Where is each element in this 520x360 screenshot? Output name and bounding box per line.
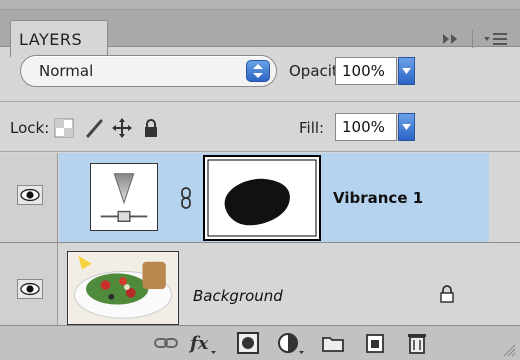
row-scroll-gutter	[489, 153, 520, 242]
new-layer-icon[interactable]	[362, 331, 388, 355]
visibility-cell[interactable]	[0, 243, 58, 325]
fill-label: Fill:	[299, 119, 325, 137]
layers-list: Vibrance 1 Background	[0, 153, 520, 325]
trash-icon[interactable]	[404, 331, 430, 355]
tab-layers-label: LAYERS	[19, 30, 83, 49]
background-image-thumbnail	[67, 251, 179, 325]
blend-mode-select[interactable]: Normal	[20, 55, 277, 87]
lock-move-icon[interactable]	[112, 118, 132, 138]
adjustment-icon[interactable]	[276, 331, 306, 355]
vibrance-adjustment-icon	[90, 163, 158, 231]
panel-top-band	[0, 0, 520, 10]
fx-icon[interactable]: fx	[188, 331, 218, 355]
mask-icon[interactable]	[235, 331, 261, 355]
fill-dropdown-button[interactable]	[398, 113, 415, 141]
folder-icon[interactable]	[320, 331, 346, 355]
layer-lock-icon	[440, 285, 454, 303]
blend-mode-value: Normal	[39, 62, 94, 80]
layer-row-background[interactable]: Background	[0, 243, 520, 325]
visibility-cell[interactable]	[0, 153, 58, 242]
divider	[0, 151, 520, 152]
layers-panel: LAYERS Normal Opacity: 100% Lock: Fill: …	[0, 0, 520, 360]
opacity-field[interactable]: 100%	[335, 57, 397, 85]
tab-divider	[472, 30, 473, 48]
tab-layers[interactable]: LAYERS	[10, 20, 108, 57]
resize-grip-icon[interactable]	[500, 341, 516, 357]
layer-name[interactable]: Vibrance 1	[333, 189, 423, 207]
opacity-dropdown-button[interactable]	[398, 57, 415, 85]
tab-row: LAYERS	[0, 10, 520, 57]
collapse-icon[interactable]	[441, 32, 461, 46]
lock-label: Lock:	[10, 119, 50, 137]
lock-transparent-icon[interactable]	[54, 118, 74, 138]
svg-text:fx: fx	[188, 333, 209, 354]
blend-mode-arrows-icon[interactable]	[246, 60, 270, 82]
mask-link-icon[interactable]	[180, 187, 192, 209]
layer-mask-thumbnail[interactable]	[203, 155, 321, 241]
layers-toolbar: fx	[0, 325, 520, 360]
link-icon[interactable]	[153, 331, 179, 355]
divider	[0, 101, 520, 102]
eye-icon[interactable]	[17, 185, 43, 205]
lock-all-icon[interactable]	[141, 118, 161, 138]
layer-row-vibrance[interactable]: Vibrance 1	[0, 153, 520, 243]
eye-icon[interactable]	[17, 279, 43, 299]
layer-name[interactable]: Background	[193, 287, 283, 305]
fill-field[interactable]: 100%	[335, 113, 397, 141]
lock-paint-icon[interactable]	[84, 118, 104, 138]
panel-menu-icon[interactable]	[482, 30, 510, 48]
